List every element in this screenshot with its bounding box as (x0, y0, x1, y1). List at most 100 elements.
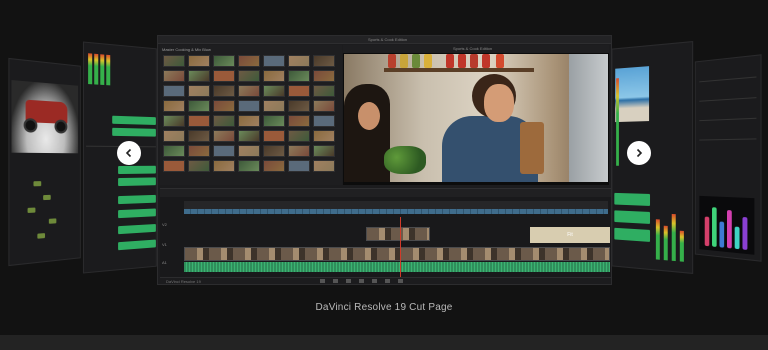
audio-clip-a1[interactable] (184, 262, 610, 272)
playhead[interactable] (400, 217, 401, 281)
fairlight-page-icon[interactable] (385, 279, 390, 283)
viewer[interactable]: Sports & Cook Edition (343, 45, 609, 185)
cut-page-window: Sports & Cook Edition Master Cooking & M… (157, 35, 612, 285)
media-thumbnail[interactable] (238, 160, 260, 172)
vegetables (384, 146, 426, 174)
carousel-prev-button[interactable] (117, 141, 141, 165)
media-thumbnail[interactable] (288, 160, 310, 172)
media-thumbnail[interactable] (238, 70, 260, 82)
media-thumbnail[interactable] (313, 100, 335, 112)
title-clip[interactable]: Fit (530, 227, 610, 243)
media-thumbnail[interactable] (188, 160, 210, 172)
media-thumbnail[interactable] (288, 115, 310, 127)
media-thumbnail[interactable] (238, 130, 260, 142)
video-clip-v1[interactable] (184, 247, 610, 261)
audio-clip (118, 224, 156, 235)
track-header-a1[interactable]: A1 (160, 257, 184, 269)
carousel-next-button[interactable] (627, 141, 651, 165)
media-thumbnail[interactable] (213, 100, 235, 112)
page-navigation (320, 279, 403, 283)
scope-trace (719, 221, 725, 248)
app-title-bar: Sports & Cook Edition (158, 36, 611, 44)
level-meter (616, 78, 619, 166)
carousel-caption: DaVinci Resolve 19 Cut Page (315, 302, 453, 313)
chevron-left-icon (125, 148, 132, 158)
media-thumbnail[interactable] (313, 70, 335, 82)
media-thumbnail[interactable] (238, 85, 260, 97)
timeline[interactable]: V2 V1 A1 Fit DaVinci Resolve 19 (160, 188, 611, 284)
color-viewer-image (615, 66, 650, 123)
divider (699, 97, 757, 102)
project-title: Sports & Cook Edition (368, 37, 408, 42)
media-thumbnail[interactable] (288, 100, 310, 112)
media-thumbnail[interactable] (188, 145, 210, 157)
media-thumbnail[interactable] (188, 130, 210, 142)
fusion-page-icon[interactable] (359, 279, 364, 283)
audio-meter (106, 54, 111, 86)
media-thumbnail[interactable] (188, 115, 210, 127)
scope-trace (712, 207, 717, 247)
upper-timeline[interactable] (184, 201, 608, 209)
divider (699, 138, 757, 141)
node (48, 218, 57, 224)
media-thumbnail[interactable] (213, 145, 235, 157)
jar (470, 54, 478, 68)
audio-meter (94, 53, 99, 85)
color-page-icon[interactable] (372, 279, 377, 283)
media-thumbnail[interactable] (163, 130, 185, 142)
media-thumbnail[interactable] (263, 100, 285, 112)
media-thumbnail[interactable] (163, 115, 185, 127)
media-thumbnail[interactable] (263, 85, 285, 97)
color-page-panel (611, 41, 694, 274)
media-thumbnail[interactable] (213, 130, 235, 142)
media-thumbnail[interactable] (263, 70, 285, 82)
track-header-v2[interactable]: V2 (160, 219, 184, 231)
media-thumbnail[interactable] (288, 70, 310, 82)
edit-page-icon[interactable] (346, 279, 351, 283)
media-thumbnail[interactable] (163, 55, 185, 67)
media-thumbnail[interactable] (263, 55, 285, 67)
media-thumbnail[interactable] (263, 145, 285, 157)
media-thumbnail[interactable] (313, 55, 335, 67)
media-thumbnail[interactable] (188, 55, 210, 67)
media-thumbnail[interactable] (163, 85, 185, 97)
deliver-page-icon[interactable] (398, 279, 403, 283)
media-thumbnail[interactable] (263, 130, 285, 142)
media-thumbnail[interactable] (213, 70, 235, 82)
media-thumbnail[interactable] (288, 55, 310, 67)
media-thumbnail[interactable] (188, 85, 210, 97)
media-thumbnail[interactable] (263, 115, 285, 127)
track-header-v1[interactable]: V1 (160, 239, 184, 251)
media-thumbnail[interactable] (288, 85, 310, 97)
media-thumbnail[interactable] (213, 55, 235, 67)
media-thumbnail[interactable] (263, 160, 285, 172)
media-thumbnail[interactable] (238, 55, 260, 67)
media-thumbnail[interactable] (313, 115, 335, 127)
media-thumbnail[interactable] (288, 145, 310, 157)
video-clip-v2[interactable] (366, 227, 430, 241)
media-thumbnail[interactable] (238, 100, 260, 112)
media-thumbnail[interactable] (188, 100, 210, 112)
media-thumbnail[interactable] (313, 130, 335, 142)
media-thumbnail[interactable] (213, 160, 235, 172)
page-footer: DaVinci Resolve 19 (160, 277, 611, 284)
media-thumbnail[interactable] (313, 145, 335, 157)
media-thumbnail[interactable] (163, 100, 185, 112)
media-thumbnail[interactable] (163, 145, 185, 157)
media-thumbnail[interactable] (238, 115, 260, 127)
jar (446, 54, 454, 68)
media-thumbnail[interactable] (188, 70, 210, 82)
media-thumbnail[interactable] (313, 160, 335, 172)
audio-meter (671, 213, 676, 262)
media-thumbnail[interactable] (238, 145, 260, 157)
media-thumbnail[interactable] (163, 70, 185, 82)
media-thumbnail[interactable] (213, 85, 235, 97)
cut-page-icon[interactable] (333, 279, 338, 283)
media-thumbnail[interactable] (213, 115, 235, 127)
media-thumbnail[interactable] (313, 85, 335, 97)
media-thumbnail[interactable] (163, 160, 185, 172)
audio-clip (118, 194, 156, 205)
media-thumbnail[interactable] (288, 130, 310, 142)
media-page-icon[interactable] (320, 279, 325, 283)
media-pool[interactable]: Master Cooking & Mix Bluw (160, 45, 342, 185)
